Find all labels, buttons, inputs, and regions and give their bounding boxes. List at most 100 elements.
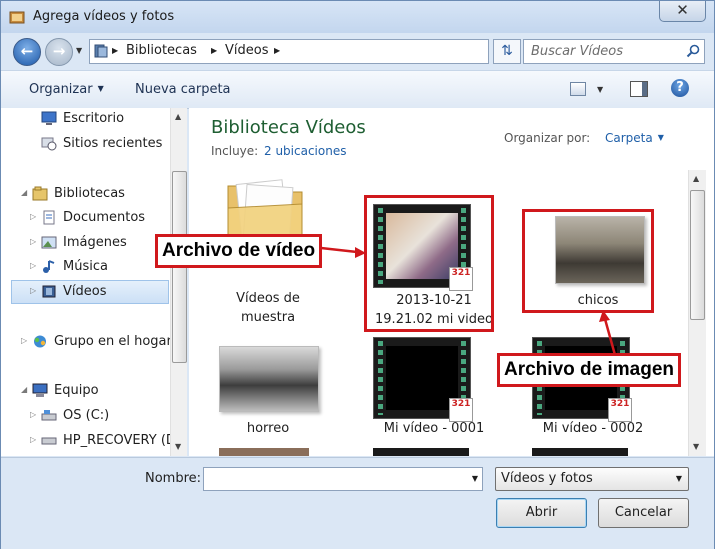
nav-item-label: Música [63, 259, 108, 274]
badge-text: 321 [610, 399, 630, 409]
breadcrumb-videos[interactable]: Vídeos [225, 43, 268, 58]
dialog-footer: Nombre: ▼ Vídeos y fotos ▼ Abrir Cancela… [1, 457, 714, 549]
title-bar: Agrega vídeos y fotos ✕ [1, 1, 714, 33]
file-name-line: Vídeos de [236, 291, 300, 306]
nav-item-label: Grupo en el hogar [54, 334, 172, 349]
chevron-down-icon: ▼ [97, 84, 104, 93]
nav-item-sitios-recientes[interactable]: Sitios recientes [1, 133, 169, 155]
nav-item-equipo[interactable]: ◢ Equipo [1, 380, 169, 402]
nav-item-grupo-hogar[interactable]: ▷ Grupo en el hogar [1, 331, 172, 353]
recent-places-icon [41, 137, 57, 151]
library-includes-label: Incluye: [211, 144, 259, 158]
open-button[interactable]: Abrir [496, 498, 587, 528]
expand-arrow-icon[interactable]: ▷ [30, 435, 36, 444]
back-button[interactable]: ← [13, 38, 41, 66]
computer-icon [32, 383, 48, 397]
partial-thumbnail [532, 448, 628, 456]
chevron-down-icon: ▼ [675, 474, 682, 483]
nav-item-label: Equipo [54, 383, 99, 398]
breadcrumb-bibliotecas[interactable]: Bibliotecas [126, 43, 197, 58]
help-icon[interactable]: ? [671, 79, 689, 97]
video-file-callout: Archivo de vídeo [155, 234, 323, 268]
media-player-badge-icon: 321 [449, 398, 473, 422]
nav-item-label: OS (C:) [63, 408, 110, 423]
forward-arrow-icon: → [52, 42, 66, 60]
expand-arrow-icon[interactable]: ▷ [30, 237, 36, 246]
music-icon [43, 260, 55, 273]
drive-icon [41, 437, 57, 445]
view-options-dropdown[interactable]: ▼ [597, 85, 603, 94]
expand-arrow-icon[interactable]: ◢ [21, 188, 27, 197]
drive-icon [41, 410, 57, 421]
nav-item-hp-recovery[interactable]: ▷ HP_RECOVERY (D [1, 430, 176, 452]
video-thumbnail: 321 [373, 337, 473, 422]
nav-item-escritorio[interactable]: Escritorio [1, 108, 169, 130]
nav-item-videos[interactable]: ▷ Vídeos [11, 280, 169, 304]
file-name-label: Nombre: [145, 471, 202, 486]
chevron-down-icon[interactable]: ▼ [472, 474, 478, 483]
file-item-mi-video-0001[interactable]: 321 Mi vídeo - 0001 [359, 334, 509, 444]
nav-item-label: Sitios recientes [63, 136, 163, 151]
scroll-down-icon[interactable]: ▼ [693, 442, 699, 451]
nav-item-label: Vídeos [63, 284, 107, 299]
forward-button[interactable]: → [45, 38, 73, 66]
command-bar: Organizar ▼ Nueva carpeta ▼ ? [1, 70, 714, 109]
file-name-line: muestra [240, 310, 296, 325]
nav-item-label: Bibliotecas [54, 186, 125, 201]
expand-arrow-icon[interactable]: ▷ [30, 261, 36, 270]
search-placeholder: Buscar Vídeos [531, 44, 624, 59]
nav-item-os-c[interactable]: ▷ OS (C:) [1, 405, 169, 427]
file-item-mi-video-0002[interactable]: 321 Mi vídeo - 0002 [518, 334, 668, 444]
recent-pages-dropdown[interactable]: ▼ [76, 46, 82, 55]
scroll-down-icon[interactable]: ▼ [175, 442, 181, 451]
breadcrumb-separator-icon[interactable]: ▶ [274, 46, 280, 55]
nav-item-musica[interactable]: ▷ Música [1, 256, 169, 278]
desktop-icon [41, 111, 57, 125]
badge-text: 321 [451, 399, 471, 409]
breadcrumb-separator-icon[interactable]: ▶ [211, 46, 217, 55]
file-name-line: horreo [246, 421, 290, 436]
scroll-up-icon[interactable]: ▲ [693, 174, 699, 183]
cancel-button[interactable]: Cancelar [598, 498, 689, 528]
new-folder-button[interactable]: Nueva carpeta [135, 82, 231, 97]
library-locations-link[interactable]: 2 ubicaciones [264, 144, 346, 158]
expand-arrow-icon[interactable]: ▷ [21, 336, 27, 345]
search-icon[interactable] [686, 44, 700, 58]
partial-thumbnail [219, 448, 309, 456]
nav-item-label: Imágenes [63, 235, 127, 250]
nav-item-label: HP_RECOVERY (D [63, 433, 176, 448]
preview-pane-icon[interactable] [630, 81, 648, 97]
nav-item-documentos[interactable]: ▷ Documentos [1, 207, 169, 229]
app-icon [9, 11, 25, 24]
search-input[interactable]: Buscar Vídeos [523, 39, 705, 64]
breadcrumb-separator-icon[interactable]: ▶ [112, 46, 118, 55]
address-row: ← → ▼ ▶ Bibliotecas ▶ Vídeos ▶ ⇅ Buscar … [1, 33, 714, 69]
nav-item-label: Escritorio [63, 111, 125, 126]
file-item-horreo[interactable]: horreo [193, 334, 343, 444]
navigation-pane: Escritorio Sitios recientes ◢ Biblioteca… [1, 108, 187, 456]
organize-menu[interactable]: Organizar ▼ [29, 82, 104, 97]
arrange-by-dropdown[interactable]: Carpeta ▼ [605, 131, 664, 145]
window-title: Agrega vídeos y fotos [33, 9, 175, 24]
scroll-up-icon[interactable]: ▲ [175, 112, 181, 121]
content-scroll-thumb[interactable] [690, 190, 705, 320]
refresh-button[interactable]: ⇅ [493, 39, 521, 64]
close-button[interactable]: ✕ [659, 1, 706, 22]
file-name-input[interactable]: ▼ [203, 467, 483, 491]
back-arrow-icon: ← [20, 42, 34, 60]
nav-item-imagenes[interactable]: ▷ Imágenes [1, 232, 169, 254]
arrange-by-value: Carpeta [605, 131, 653, 145]
change-view-icon[interactable] [570, 82, 586, 96]
videos-icon [42, 285, 56, 298]
nav-item-bibliotecas[interactable]: ◢ Bibliotecas [1, 183, 169, 205]
expand-arrow-icon[interactable]: ◢ [21, 385, 27, 394]
file-type-select[interactable]: Vídeos y fotos ▼ [495, 467, 689, 491]
address-bar[interactable]: ▶ Bibliotecas ▶ Vídeos ▶ [89, 39, 489, 64]
libraries-icon [32, 186, 48, 201]
expand-arrow-icon[interactable]: ▷ [30, 286, 36, 295]
nav-item-label: Documentos [63, 210, 146, 225]
file-type-value: Vídeos y fotos [501, 471, 593, 486]
arrange-by-label: Organizar por: [504, 131, 591, 145]
expand-arrow-icon[interactable]: ▷ [30, 410, 36, 419]
expand-arrow-icon[interactable]: ▷ [30, 212, 36, 221]
